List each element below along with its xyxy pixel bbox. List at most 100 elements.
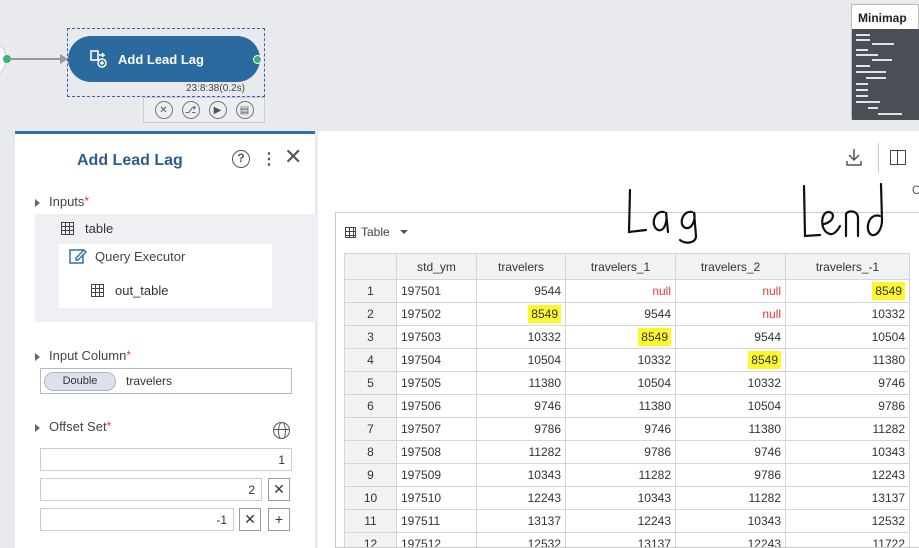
table-cell: 9746 [675, 440, 786, 464]
row-index: 7 [344, 417, 397, 441]
row-index: 5 [344, 371, 397, 395]
input-table-item[interactable]: table [61, 221, 113, 236]
table-row[interactable]: 9 197509 10343 11282 9786 12243 [344, 463, 910, 487]
remove-offset-button[interactable]: ✕ [239, 508, 261, 531]
add-offset-button[interactable]: + [268, 508, 290, 531]
table-cell: 10332 [675, 371, 786, 395]
add-lead-lag-node[interactable]: Add Lead Lag [68, 36, 260, 82]
help-icon[interactable]: ? [232, 150, 250, 168]
input-column-section-toggle[interactable]: Input Column* [35, 348, 131, 363]
inputs-section-toggle[interactable]: Inputs* [35, 194, 89, 209]
table-cell: 13137 [476, 509, 566, 533]
row-index-header [344, 253, 397, 280]
more-options-icon[interactable]: ⋮ [261, 149, 277, 169]
minimap-view[interactable] [852, 29, 919, 120]
input-column-label: Input Column [49, 348, 127, 363]
table-cell: 8549 [675, 348, 786, 372]
download-icon[interactable] [846, 148, 862, 166]
table-cell: 11282 [565, 463, 676, 487]
row-index: 10 [344, 486, 397, 510]
table-cell: 12532 [476, 532, 566, 547]
table-cell: 11722 [785, 532, 910, 547]
column-header-travelers[interactable]: travelers [476, 253, 566, 280]
table-cell: 9746 [785, 371, 910, 395]
table-row[interactable]: 4 197504 10504 10332 8549 11380 [344, 348, 910, 372]
remove-offset-button[interactable]: ✕ [268, 478, 290, 501]
caret-right-icon [35, 198, 40, 207]
required-mark: * [126, 348, 131, 362]
column-header-travelers-neg1[interactable]: travelers_-1 [785, 253, 910, 280]
table-cell: 197512 [396, 532, 477, 547]
row-index: 4 [344, 348, 397, 372]
query-executor-label: Query Executor [95, 248, 186, 264]
panel-title: Add Lead Lag [77, 152, 183, 169]
offset-input-1[interactable]: 1 [40, 448, 292, 471]
table-row[interactable]: 2 197502 8549 9544 null 10332 [344, 302, 910, 326]
offset-set-section-toggle[interactable]: Offset Set* [35, 419, 111, 434]
columns-layout-icon[interactable] [890, 150, 906, 165]
table-cell: 197507 [396, 417, 477, 441]
table-cell: 197506 [396, 394, 477, 418]
table-cell: 10504 [476, 348, 566, 372]
table-cell: 10343 [675, 509, 786, 533]
table-cell: 10343 [565, 486, 676, 510]
out-table-item[interactable]: out_table [91, 283, 169, 298]
input-table-label: table [85, 221, 114, 236]
required-mark: * [106, 419, 112, 433]
row-index: 8 [344, 440, 397, 464]
view-label: Table [361, 225, 390, 239]
table-row[interactable]: 11 197511 13137 12243 10343 12532 [344, 509, 910, 533]
caret-right-icon [35, 352, 40, 361]
table-cell: 12243 [565, 509, 676, 533]
output-port[interactable] [253, 55, 262, 64]
close-icon[interactable]: ✕ [284, 146, 302, 168]
table-cell: 9746 [476, 394, 566, 418]
table-header-row: std_ym travelers travelers_1 travelers_2… [344, 253, 910, 280]
table-row[interactable]: 10 197510 12243 10343 11282 13137 [344, 486, 910, 510]
minimap[interactable]: Minimap [851, 4, 919, 120]
play-icon[interactable]: ▶ [208, 101, 227, 119]
column-header-std-ym[interactable]: std_ym [396, 253, 477, 280]
column-header-travelers-2[interactable]: travelers_2 [675, 253, 786, 280]
view-selector[interactable]: Table [336, 213, 919, 251]
lead-lag-icon [90, 50, 107, 68]
table-cell: 197503 [396, 325, 477, 349]
table-cell: 197508 [396, 440, 477, 464]
table-row[interactable]: 5 197505 11380 10504 10332 9746 [344, 371, 910, 395]
globe-icon[interactable] [273, 422, 290, 439]
table-row[interactable]: 6 197506 9746 11380 10504 9786 [344, 394, 910, 418]
query-executor-item[interactable]: Query Executor [69, 247, 185, 265]
required-mark: * [84, 194, 90, 208]
table-cell: 9786 [675, 463, 786, 487]
table-cell: 197511 [396, 509, 477, 533]
table-cell: 197505 [396, 371, 477, 395]
null-cell: null [675, 302, 786, 326]
row-index: 9 [344, 463, 397, 487]
column-header-travelers-1[interactable]: travelers_1 [565, 253, 676, 280]
offset-set-label: Offset Set [49, 419, 107, 434]
table-cell: 10343 [476, 463, 566, 487]
results-table: std_ym travelers travelers_1 travelers_2… [344, 253, 910, 547]
cancel-icon[interactable]: ✕ [154, 101, 173, 119]
table-row[interactable]: 12 197512 12532 13137 12243 11722 [344, 532, 910, 547]
highlighted-value: 8549 [638, 328, 671, 346]
row-index: 11 [344, 509, 397, 533]
table-cell: 10504 [565, 371, 676, 395]
highlighted-value: 8549 [872, 282, 905, 300]
table-row[interactable]: 7 197507 9786 9746 11380 11282 [344, 417, 910, 441]
workflow-canvas[interactable]: Add Lead Lag 23:8:38(0.2s) ✕ ⎇ ▶ ▤ Minim… [0, 0, 919, 131]
input-column-field[interactable]: Double travelers [40, 368, 292, 394]
table-row[interactable]: 1 197501 9544 null null 8549 [344, 279, 910, 303]
offset-input-2[interactable]: 2 [40, 478, 262, 501]
column-type-chip: Double [44, 371, 116, 391]
table-row[interactable]: 3 197503 10332 8549 9544 10504 [344, 325, 910, 349]
branch-icon[interactable]: ⎇ [181, 101, 200, 119]
highlighted-value: 8549 [528, 305, 561, 323]
table-cell: 12243 [675, 532, 786, 547]
properties-panel: Add Lead Lag ? ⋮ ✕ Inputs* table Query E… [15, 131, 322, 548]
node-run-time: 23:8:38(0.2s) [186, 83, 245, 94]
table-cell: 10332 [785, 302, 910, 326]
table-row[interactable]: 8 197508 11282 9786 9746 10343 [344, 440, 910, 464]
offset-input-3[interactable]: -1 [40, 508, 234, 531]
clipboard-icon[interactable]: ▤ [235, 101, 254, 119]
